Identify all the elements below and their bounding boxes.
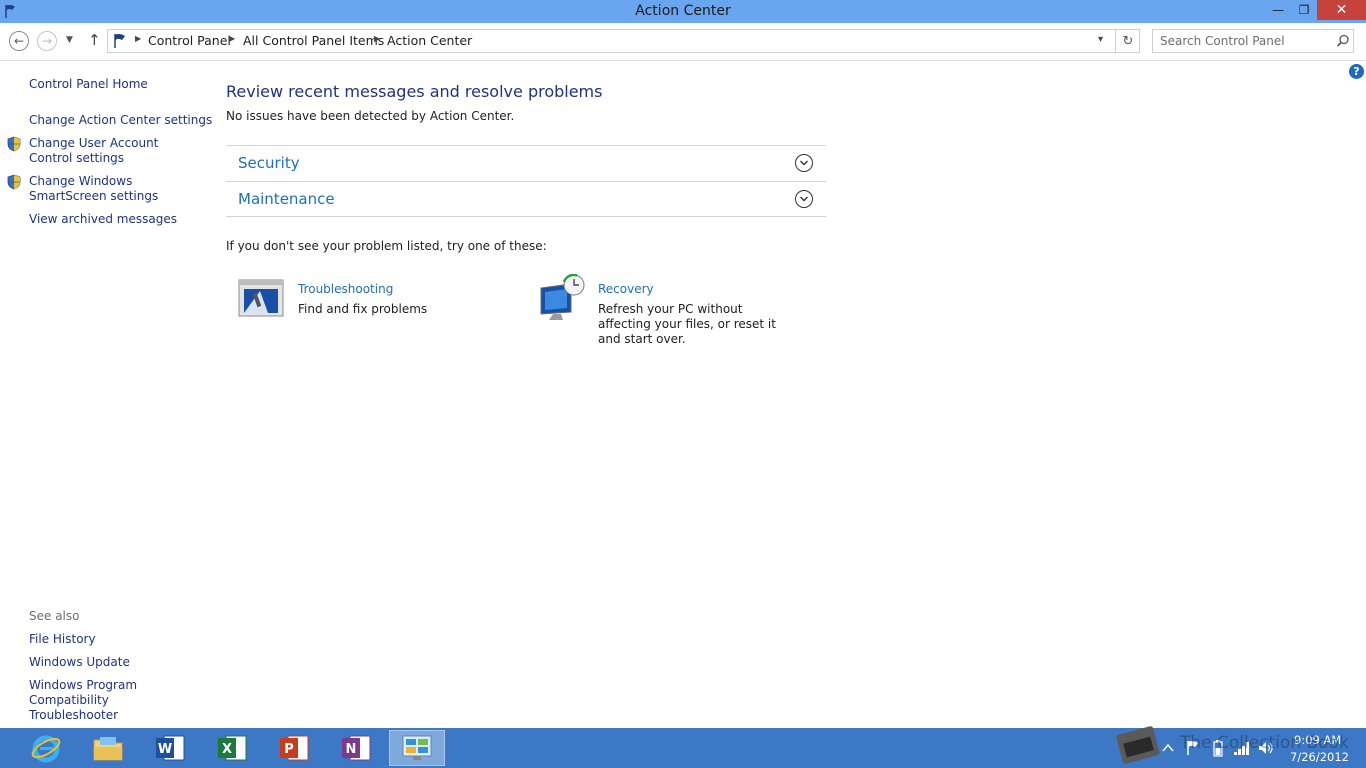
restore-button[interactable]: ❐ xyxy=(1291,0,1317,20)
breadcrumb-control-panel[interactable]: Control Panel xyxy=(148,33,231,48)
minimize-button[interactable]: — xyxy=(1265,0,1291,20)
help-icon[interactable]: ? xyxy=(1349,64,1364,79)
excel-icon[interactable]: X xyxy=(204,730,260,766)
search-icon[interactable] xyxy=(1336,34,1350,48)
taskbar: W X P N 9:09 AM 7/26/2012 xyxy=(0,726,1366,768)
breadcrumb-action-center[interactable]: Action Center xyxy=(387,33,472,48)
up-button[interactable]: ↑ xyxy=(88,31,101,49)
sidebar-item-action-center-settings[interactable]: Change Action Center settings xyxy=(29,113,212,128)
page-title: Review recent messages and resolve probl… xyxy=(226,82,603,101)
chevron-down-icon[interactable] xyxy=(795,154,813,172)
svg-text:W: W xyxy=(158,742,172,757)
see-also-file-history[interactable]: File History xyxy=(29,632,96,647)
breadcrumb-separator-icon[interactable]: ▶ xyxy=(135,34,141,43)
troubleshooting-description: Find and fix problems xyxy=(298,302,428,316)
title-bar: Action Center — ❐ ✕ xyxy=(0,0,1366,23)
sidebar-item-control-panel-home[interactable]: Control Panel Home xyxy=(29,77,148,92)
breadcrumb-separator-icon[interactable]: ▶ xyxy=(374,34,380,43)
word-icon[interactable]: W xyxy=(142,730,198,766)
close-button[interactable]: ✕ xyxy=(1317,0,1366,20)
onenote-icon[interactable]: N xyxy=(328,730,384,766)
see-also-compatibility-troubleshooter[interactable]: Windows Program Compatibility Troublesho… xyxy=(29,678,199,723)
internet-explorer-icon[interactable] xyxy=(18,730,74,766)
section-maintenance[interactable]: Maintenance xyxy=(226,181,826,217)
see-also-heading: See also xyxy=(29,609,80,623)
sidebar-item-archived-messages[interactable]: View archived messages xyxy=(29,212,177,227)
touch-keyboard-icon[interactable] xyxy=(1115,720,1165,766)
recent-locations-chevron-icon[interactable]: ▼ xyxy=(66,35,73,45)
recovery-link[interactable]: Recovery xyxy=(598,282,654,296)
status-message: No issues have been detected by Action C… xyxy=(226,109,515,123)
breadcrumb-all-items[interactable]: All Control Panel Items xyxy=(243,33,384,48)
sidebar-item-uac-settings[interactable]: Change User Account Control settings xyxy=(29,136,199,166)
search-box[interactable] xyxy=(1152,29,1354,53)
action-center-flag-icon xyxy=(114,34,125,48)
recovery-icon[interactable] xyxy=(537,274,587,322)
svg-text:P: P xyxy=(284,742,294,757)
forward-button[interactable]: → xyxy=(37,31,57,51)
uac-shield-icon xyxy=(7,174,21,190)
sidebar-item-smartscreen-settings[interactable]: Change Windows SmartScreen settings xyxy=(29,174,199,204)
show-hidden-icons-chevron-icon[interactable] xyxy=(1162,743,1174,753)
control-panel-icon[interactable] xyxy=(389,730,445,766)
uac-shield-icon xyxy=(7,136,21,152)
troubleshooting-link[interactable]: Troubleshooting xyxy=(298,282,393,296)
svg-text:N: N xyxy=(346,742,357,757)
svg-text:X: X xyxy=(222,742,232,757)
troubleshooting-icon[interactable] xyxy=(238,279,284,319)
address-dropdown-icon[interactable]: ▾ xyxy=(1098,34,1103,45)
address-bar[interactable]: ▶ Control Panel ▶ All Control Panel Item… xyxy=(107,29,1140,53)
back-button[interactable]: ← xyxy=(9,31,29,51)
try-these-text: If you don't see your problem listed, tr… xyxy=(226,239,547,253)
navigation-bar: ← → ▼ ↑ ▶ Control Panel ▶ All Control Pa… xyxy=(0,23,1366,61)
window-title: Action Center xyxy=(635,3,731,19)
chevron-down-icon[interactable] xyxy=(795,190,813,208)
search-input[interactable] xyxy=(1153,30,1331,52)
see-also-windows-update[interactable]: Windows Update xyxy=(29,655,130,670)
breadcrumb-separator-icon[interactable]: ▶ xyxy=(229,34,235,43)
section-security-label[interactable]: Security xyxy=(238,154,300,172)
watermark-text: The Collection Book xyxy=(1180,733,1349,753)
file-explorer-icon[interactable] xyxy=(80,730,136,766)
powerpoint-icon[interactable]: P xyxy=(266,730,322,766)
section-security[interactable]: Security xyxy=(226,145,826,181)
recovery-description: Refresh your PC without affecting your f… xyxy=(598,302,776,346)
section-maintenance-label[interactable]: Maintenance xyxy=(238,190,335,208)
refresh-button[interactable]: ↻ xyxy=(1115,30,1140,52)
